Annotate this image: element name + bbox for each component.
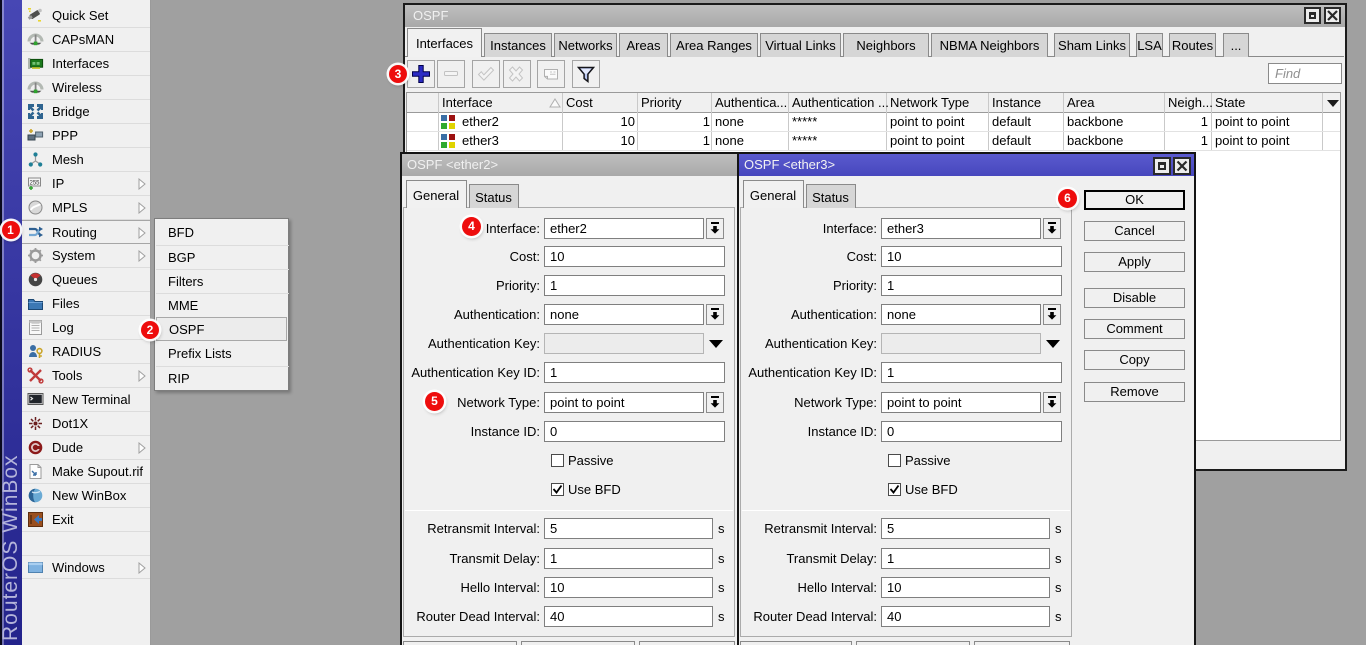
svg-text:255: 255 xyxy=(30,181,41,187)
